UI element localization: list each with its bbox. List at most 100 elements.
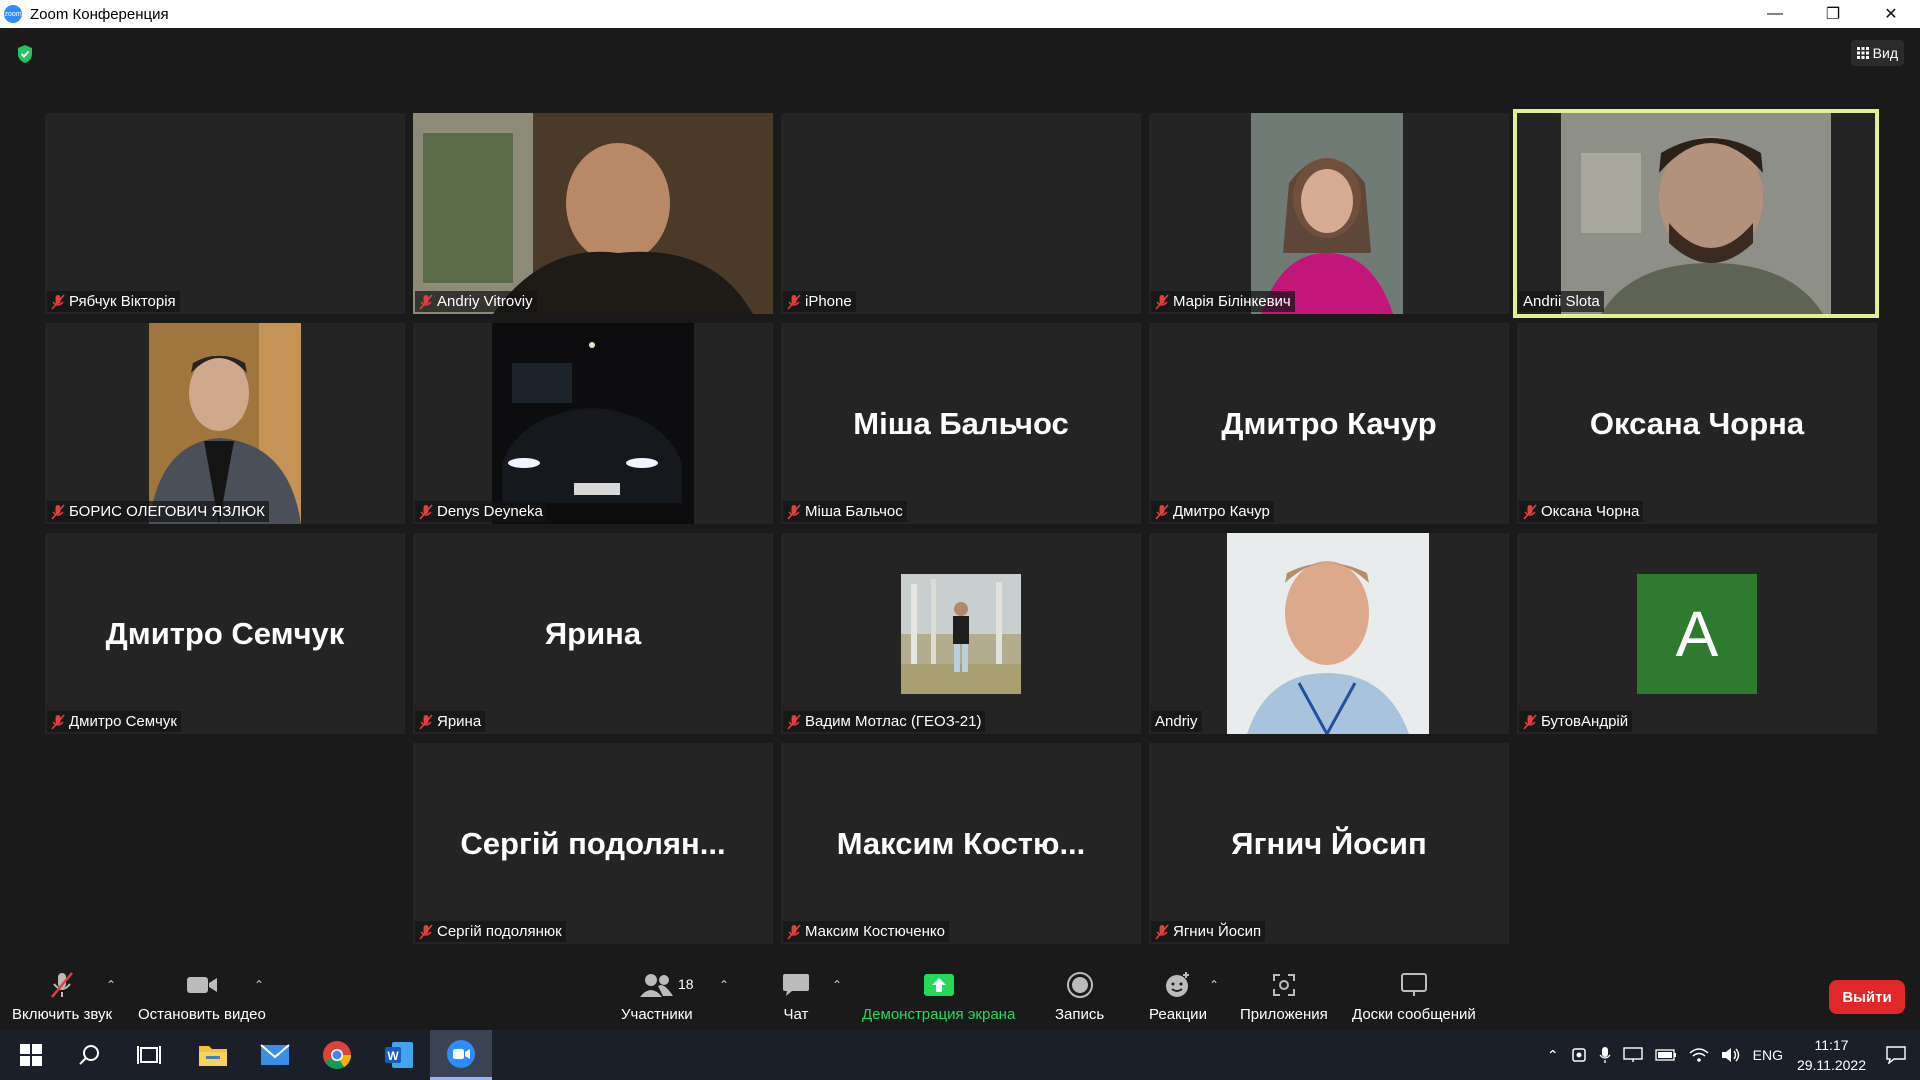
participant-tile[interactable]: Andriy Vitroviy: [413, 113, 773, 314]
participant-display-name: Ярина: [544, 615, 642, 651]
reactions-button[interactable]: Реакции: [1149, 970, 1207, 1023]
participant-label: Вадим Мотлас (ГЕОЗ-21): [783, 711, 986, 732]
share-screen-button[interactable]: Демонстрация экрана: [862, 970, 1015, 1023]
show-hidden-icons-chevron-up-icon[interactable]: ⌃: [1547, 1047, 1559, 1064]
word-icon: W: [385, 1042, 413, 1068]
participant-tile[interactable]: Сергій подолян... Сергій подолянюк: [413, 743, 773, 944]
participants-icon: [639, 974, 673, 997]
participant-tile[interactable]: Ягнич Йосип Ягнич Йосип: [1149, 743, 1509, 944]
participant-video: [149, 323, 301, 524]
network-monitor-icon[interactable]: [1622, 1047, 1643, 1063]
minimize-button[interactable]: —: [1746, 0, 1804, 28]
participant-name: Andrii Slota: [1523, 293, 1600, 310]
muted-mic-icon: [1523, 713, 1537, 730]
participant-tile[interactable]: iPhone: [781, 113, 1141, 314]
muted-mic-icon: [51, 713, 65, 730]
participant-tile[interactable]: Ярина Ярина: [413, 533, 773, 734]
participant-name: Denys Deyneka: [437, 503, 543, 520]
participant-name: Марія Білінкевич: [1173, 293, 1291, 310]
participant-display-name: Міша Бальчос: [853, 405, 1069, 441]
participant-tile-active-speaker[interactable]: Andrii Slota: [1513, 109, 1879, 318]
apps-button[interactable]: Приложения: [1240, 970, 1328, 1023]
battery-icon[interactable]: [1654, 1049, 1677, 1061]
participant-label: iPhone: [783, 291, 856, 312]
participant-name: Дмитро Качур: [1173, 503, 1270, 520]
participant-video: [492, 323, 694, 524]
participant-tile[interactable]: Рябчук Вікторія: [45, 113, 405, 314]
camera-icon[interactable]: [1571, 1047, 1587, 1063]
participant-tile[interactable]: Максим Костю... Максим Костюченко: [781, 743, 1141, 944]
wifi-icon[interactable]: [1689, 1047, 1709, 1063]
participant-tile[interactable]: Дмитро Семчук Дмитро Семчук: [45, 533, 405, 734]
mail-taskbar-icon[interactable]: [244, 1030, 306, 1080]
mail-envelope-icon: [260, 1044, 290, 1065]
participant-tile[interactable]: Міша Бальчос Міша Бальчос: [781, 323, 1141, 524]
search-button[interactable]: [58, 1030, 120, 1080]
participant-tile[interactable]: БОРИС ОЛЕГОВИЧ ЯЗЛЮК: [45, 323, 405, 524]
muted-mic-icon: [419, 293, 433, 310]
participant-name: Дмитро Семчук: [69, 713, 177, 730]
participant-name: Рябчук Вікторія: [69, 293, 176, 310]
record-button[interactable]: Запись: [1055, 970, 1104, 1023]
restore-button[interactable]: ❐: [1804, 0, 1862, 28]
participant-label: БутовАндрій: [1519, 711, 1633, 732]
notifications-icon[interactable]: [1886, 1046, 1906, 1064]
participant-label: Ярина: [415, 711, 486, 732]
microphone-icon[interactable]: [1599, 1046, 1611, 1064]
whiteboard-icon: [1400, 973, 1427, 996]
task-view-button[interactable]: [118, 1030, 180, 1080]
muted-mic-icon: [51, 293, 65, 310]
participant-name: Оксана Чорна: [1541, 503, 1640, 520]
muted-mic-icon: [419, 503, 433, 520]
windows-logo-icon: [20, 1044, 42, 1066]
participants-options-chevron-up-icon[interactable]: ⌃: [719, 978, 729, 992]
participant-label: Andriy Vitroviy: [415, 291, 537, 312]
participant-name: Максим Костюченко: [805, 923, 945, 940]
start-button[interactable]: [0, 1030, 62, 1080]
participant-profile-photo: [901, 574, 1021, 694]
view-button[interactable]: Вид: [1850, 40, 1904, 66]
window-controls: — ❐ ✕: [1746, 0, 1920, 28]
participant-tile[interactable]: Andriy: [1149, 533, 1509, 734]
close-button[interactable]: ✕: [1862, 0, 1920, 28]
participant-tile[interactable]: Марія Білінкевич: [1149, 113, 1509, 314]
participant-tile[interactable]: Вадим Мотлас (ГЕОЗ-21): [781, 533, 1141, 734]
participant-avatar: A: [1637, 574, 1757, 694]
stop-video-button[interactable]: Остановить видео: [138, 970, 266, 1023]
leave-button[interactable]: Выйти: [1829, 980, 1905, 1014]
grid-icon: [1856, 47, 1869, 59]
meeting-toolbar: Включить звук ⌃ Остановить видео ⌃ Участ…: [0, 960, 1920, 1030]
participant-label: Andriy: [1151, 711, 1202, 732]
input-language-indicator[interactable]: ENG: [1753, 1047, 1783, 1063]
muted-mic-icon: [1155, 503, 1169, 520]
muted-mic-icon: [51, 503, 65, 520]
participant-label: Оксана Чорна: [1519, 501, 1644, 522]
whiteboards-button[interactable]: Доски сообщений: [1352, 970, 1476, 1023]
word-taskbar-icon[interactable]: W: [368, 1030, 430, 1080]
participant-label: Andrii Slota: [1519, 291, 1604, 312]
participant-tile[interactable]: Дмитро Качур Дмитро Качур: [1149, 323, 1509, 524]
chrome-taskbar-icon[interactable]: [306, 1030, 368, 1080]
volume-icon[interactable]: [1721, 1047, 1741, 1063]
file-explorer-taskbar-icon[interactable]: [182, 1030, 244, 1080]
participant-tile[interactable]: Оксана Чорна Оксана Чорна: [1517, 323, 1877, 524]
muted-mic-icon: [1155, 293, 1169, 310]
chat-button[interactable]: Чат: [782, 970, 810, 1023]
taskbar-clock[interactable]: 11:17 29.11.2022: [1797, 1035, 1866, 1075]
participant-tile[interactable]: Denys Deyneka: [413, 323, 773, 524]
muted-mic-icon: [1155, 923, 1169, 940]
participant-name: БОРИС ОЛЕГОВИЧ ЯЗЛЮК: [69, 503, 265, 520]
participant-name: Вадим Мотлас (ГЕОЗ-21): [805, 713, 982, 730]
participant-label: Рябчук Вікторія: [47, 291, 180, 312]
audio-options-chevron-up-icon[interactable]: ⌃: [106, 978, 116, 992]
participants-count-badge: 18: [678, 976, 694, 992]
participant-label: БОРИС ОЛЕГОВИЧ ЯЗЛЮК: [47, 501, 269, 522]
participant-tile[interactable]: A БутовАндрій: [1517, 533, 1877, 734]
unmute-button[interactable]: Включить звук: [12, 970, 112, 1023]
reactions-options-chevron-up-icon[interactable]: ⌃: [1209, 978, 1219, 992]
system-tray: ⌃ ENG 11:17 29.11.2022: [1541, 1030, 1920, 1080]
chat-options-chevron-up-icon[interactable]: ⌃: [832, 978, 842, 992]
zoom-taskbar-icon[interactable]: [430, 1030, 492, 1080]
shield-check-icon[interactable]: [16, 44, 34, 64]
video-options-chevron-up-icon[interactable]: ⌃: [254, 978, 264, 992]
